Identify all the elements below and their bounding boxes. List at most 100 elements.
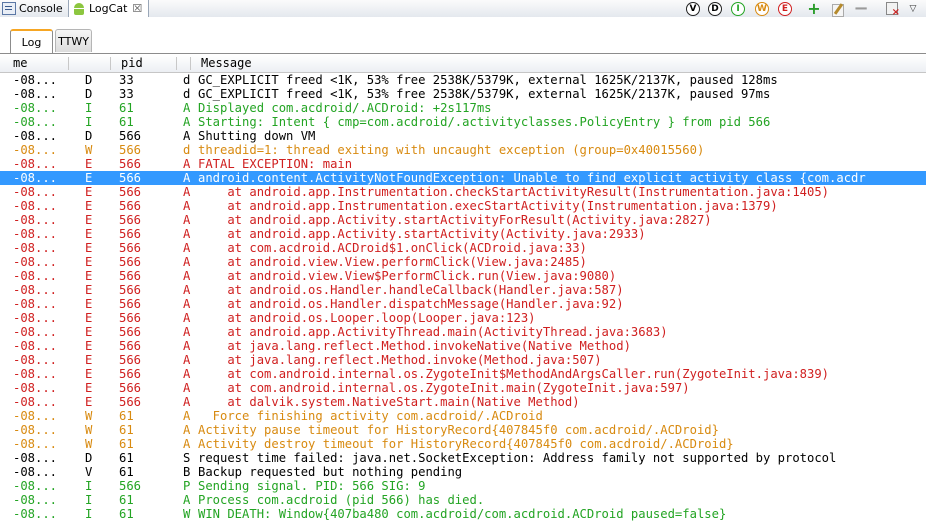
close-icon[interactable]: ☒ [132, 2, 142, 15]
table-row[interactable]: -08... E 566 A at java.lang.reflect.Method.… [0, 353, 926, 367]
log-level: W [85, 437, 93, 451]
log-message: at com.android.internal.os.ZygoteInit$Me… [198, 367, 830, 381]
table-row[interactable]: -08... D 61 Srequest time failed: java.net.… [0, 451, 926, 465]
info-filter-button[interactable]: I [730, 1, 746, 16]
log-tag: A [183, 423, 191, 437]
clear-log-button[interactable] [884, 1, 900, 18]
log-tag: A [183, 115, 191, 129]
column-header-message[interactable]: Message [201, 55, 252, 72]
log-time: -08... [13, 143, 58, 157]
table-row[interactable]: -08... W 61 A Activity destroy timeout for H… [0, 437, 926, 451]
log-time: -08... [13, 339, 58, 353]
table-row[interactable]: -08... E 566 A at android.app.Activity.star… [0, 213, 926, 227]
table-row[interactable]: -08... I 61 A Starting: Intent { cmp=com.acd… [0, 115, 926, 129]
log-pid: 61 [119, 101, 134, 115]
log-table-body: -08... D 33 d GC_EXPLICIT freed <1K, 53% fre… [0, 73, 926, 521]
log-tag: A [183, 353, 191, 367]
android-icon [72, 2, 86, 15]
log-table-header: me pid Message [0, 55, 926, 73]
table-row[interactable]: -08... E 566 A at android.app.Instrumentati… [0, 185, 926, 199]
verbose-filter-button[interactable]: V [685, 1, 701, 16]
verbose-icon: V [686, 1, 700, 16]
log-message: FATAL EXCEPTION: main [198, 157, 353, 171]
table-row[interactable]: -08... D 33 d GC_EXPLICIT freed <1K, 53% fre… [0, 73, 926, 87]
log-level: I [85, 101, 93, 115]
log-level: E [85, 241, 93, 255]
log-pid: 566 [119, 381, 142, 395]
log-time: -08... [13, 423, 58, 437]
log-message: at android.os.Handler.handleCallback(Han… [198, 283, 624, 297]
table-row[interactable]: -08... E 566 A at android.view.View$Perform… [0, 269, 926, 283]
table-row[interactable]: -08... W 61 A Force finishing activity com.… [0, 409, 926, 423]
log-message: Starting: Intent { cmp=com.acdroid/.acti… [198, 115, 771, 129]
log-message: at android.app.ActivityThread.main(Activ… [198, 325, 668, 339]
column-separator[interactable] [190, 57, 191, 70]
log-time: -08... [13, 479, 58, 493]
tab-log[interactable]: Log [10, 29, 53, 53]
log-tag: A [183, 409, 191, 423]
table-row[interactable]: -08... I 566 P Sending signal. PID: 566 SIG:… [0, 479, 926, 493]
warn-filter-button[interactable]: W [754, 1, 770, 16]
column-separator[interactable] [176, 57, 177, 70]
log-time: -08... [13, 451, 58, 465]
table-row[interactable]: -08... E 566 A at dalvik.system.NativeStart… [0, 395, 926, 409]
table-row[interactable]: -08... E 566 A FATAL EXCEPTION: main [0, 157, 926, 171]
column-header-time[interactable]: me [13, 55, 27, 72]
tab-ttwy[interactable]: TTWY [55, 29, 92, 52]
log-tag: A [183, 227, 191, 241]
table-row[interactable]: -08... V 61 B Backup requested but nothing p… [0, 465, 926, 479]
column-separator[interactable] [110, 57, 111, 70]
log-time: -08... [13, 213, 58, 227]
log-time: -08... [13, 325, 58, 339]
add-filter-button[interactable]: + [806, 0, 822, 16]
log-time: -08... [13, 367, 58, 381]
error-filter-button[interactable]: E [777, 1, 793, 16]
log-level: E [85, 255, 93, 269]
view-menu-button[interactable]: ▽ [906, 1, 920, 16]
log-level: E [85, 325, 93, 339]
table-row[interactable]: -08... E 566 A at android.os.Looper.loop(Lo… [0, 311, 926, 325]
log-level: W [85, 143, 93, 157]
table-row[interactable]: -08... W 61 A Activity pause timeout for His… [0, 423, 926, 437]
log-level: I [85, 115, 93, 129]
column-header-pid[interactable]: pid [121, 55, 143, 72]
table-row[interactable]: -08... E 566 A at java.lang.reflect.Method.… [0, 339, 926, 353]
table-row[interactable]: -08... D 566 A Shutting down VM [0, 129, 926, 143]
table-row[interactable]: -08... E 566 A at android.view.View.perform… [0, 255, 926, 269]
table-row[interactable]: -08... E 566 A at android.os.Handler.dispat… [0, 297, 926, 311]
table-row[interactable]: -08... E 566 A at com.android.internal.os.Z… [0, 381, 926, 395]
table-row[interactable]: -08... E 566 A at com.android.internal.os.Z… [0, 367, 926, 381]
table-row[interactable]: -08... E 566 A at android.app.ActivityThrea… [0, 325, 926, 339]
column-separator[interactable] [68, 57, 69, 70]
log-level: E [85, 297, 93, 311]
table-row[interactable]: -08... I 61 A Process com.acdroid (pid 566) … [0, 493, 926, 507]
warn-icon: W [755, 1, 769, 16]
log-level: E [85, 199, 93, 213]
table-row[interactable]: -08... E 566 A at android.app.Activity.star… [0, 227, 926, 241]
log-time: -08... [13, 87, 58, 101]
table-row[interactable]: -08... I 61 A Displayed com.acdroid/.ACDroid… [0, 101, 926, 115]
table-row[interactable]: -08... D 33 d GC_EXPLICIT freed <1K, 53% fre… [0, 87, 926, 101]
log-pid: 566 [119, 367, 142, 381]
tab-logcat[interactable]: LogCat ☒ [68, 0, 150, 17]
remove-filter-button[interactable]: − [853, 0, 869, 17]
log-time: -08... [13, 241, 58, 255]
debug-filter-button[interactable]: D [707, 1, 723, 16]
table-row[interactable]: -08... W 566 d threadid=1: thread exiting wi… [0, 143, 926, 157]
log-tag: A [183, 311, 191, 325]
log-level: D [85, 87, 93, 101]
log-level: E [85, 283, 93, 297]
table-row[interactable]: -08... E 566 A at android.os.Handler.handle… [0, 283, 926, 297]
log-tag: A [183, 241, 191, 255]
table-row[interactable]: -08... E 566 A at com.acdroid.ACDroid$1.onC… [0, 241, 926, 255]
log-level: E [85, 367, 93, 381]
log-pid: 566 [119, 269, 142, 283]
table-row[interactable]: -08... E 566 Aandroid.content.ActivityNotFo… [0, 171, 926, 185]
log-message: at android.app.Activity.startActivity(Ac… [198, 227, 646, 241]
log-level: W [85, 409, 93, 423]
tab-console[interactable]: Console [2, 0, 63, 17]
log-time: -08... [13, 227, 58, 241]
edit-filter-button[interactable] [830, 1, 846, 17]
log-message: Backup requested but nothing pending [198, 465, 463, 479]
table-row[interactable]: -08... E 566 A at android.app.Instrumentati… [0, 199, 926, 213]
